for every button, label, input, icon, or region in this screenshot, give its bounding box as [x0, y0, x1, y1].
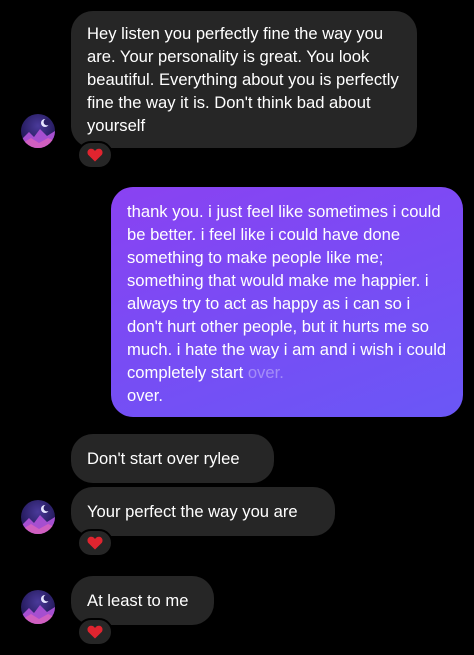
- message-bubble-incoming[interactable]: Don't start over rylee: [71, 434, 274, 483]
- message-bubble-incoming[interactable]: Hey listen you perfectly fine the way yo…: [71, 11, 417, 148]
- reaction-badge[interactable]: [77, 618, 113, 646]
- message-text: thank you. i just feel like sometimes i …: [127, 202, 447, 382]
- avatar-icon[interactable]: [21, 114, 55, 148]
- heart-icon: [87, 148, 103, 162]
- message-text: Hey listen you perfectly fine the way yo…: [87, 24, 399, 135]
- heart-icon: [87, 536, 103, 550]
- message-bubble-incoming[interactable]: Your perfect the way you are: [71, 487, 335, 536]
- message-text-faded: over.: [247, 363, 284, 382]
- message-bubble-outgoing[interactable]: thank you. i just feel like sometimes i …: [111, 187, 463, 417]
- message-text-last-line: over.: [127, 386, 163, 405]
- reaction-badge[interactable]: [77, 141, 113, 169]
- message-text: Your perfect the way you are: [87, 502, 298, 521]
- message-text: Don't start over rylee: [87, 449, 240, 468]
- message-text: At least to me: [87, 591, 189, 610]
- heart-icon: [87, 625, 103, 639]
- avatar-icon[interactable]: [21, 500, 55, 534]
- reaction-badge[interactable]: [77, 529, 113, 557]
- avatar-icon[interactable]: [21, 590, 55, 624]
